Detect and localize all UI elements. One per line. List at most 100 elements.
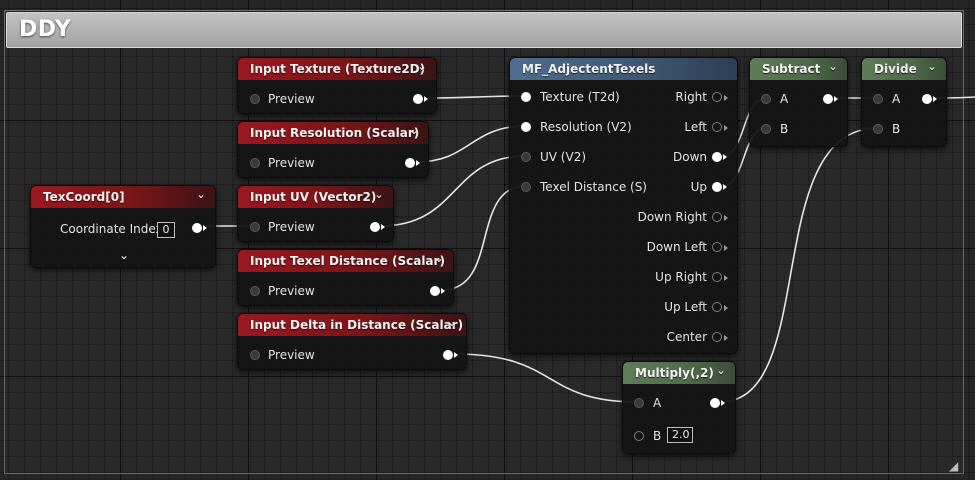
mf-output-label: Left bbox=[684, 120, 707, 134]
mf-output-label: Down Right bbox=[637, 210, 707, 224]
input-texture-title: Input Texture (Texture2D) bbox=[250, 62, 426, 76]
input-delta-distance-preview-label: Preview bbox=[268, 348, 315, 362]
multiply-input-b-label: B bbox=[653, 429, 662, 443]
multiply-input-a-label: A bbox=[653, 396, 662, 410]
mf-output-left-pin[interactable] bbox=[712, 122, 728, 132]
chevron-down-icon[interactable]: ⌄ bbox=[117, 248, 131, 262]
multiply-input-b-pin[interactable] bbox=[634, 431, 644, 441]
resize-grip-icon[interactable]: ◢ bbox=[949, 460, 961, 472]
chevron-down-icon[interactable]: ⌄ bbox=[408, 125, 420, 137]
input-texture-output-pin[interactable] bbox=[413, 94, 428, 104]
input-delta-distance-header[interactable]: Input Delta in Distance (Scalar) ⌄ bbox=[238, 314, 466, 336]
mf-output-label: Up Right bbox=[655, 270, 707, 284]
input-delta-distance-title: Input Delta in Distance (Scalar) bbox=[250, 318, 464, 332]
input-texture-node[interactable]: Input Texture (Texture2D) ⌄ Preview bbox=[237, 57, 437, 114]
chevron-down-icon[interactable]: ⌄ bbox=[926, 61, 938, 73]
subtract-output-pin[interactable] bbox=[823, 94, 838, 104]
divide-output-pin[interactable] bbox=[922, 94, 937, 104]
chevron-down-icon[interactable]: ⌄ bbox=[433, 253, 445, 265]
multiply-header[interactable]: Multiply(,2) ⌄ bbox=[623, 362, 735, 384]
texcoord-node-title: TexCoord[0] bbox=[43, 190, 125, 204]
chevron-down-icon[interactable]: ⌄ bbox=[195, 189, 207, 201]
mf-input-resolution-pin[interactable] bbox=[521, 122, 531, 132]
texcoord-output-pin[interactable] bbox=[192, 223, 207, 233]
mf-output-label: Center bbox=[666, 330, 707, 344]
mf-output-down-left-pin[interactable] bbox=[712, 242, 728, 252]
input-texture-header[interactable]: Input Texture (Texture2D) ⌄ bbox=[238, 58, 436, 80]
input-texture-preview-label: Preview bbox=[268, 92, 315, 106]
subtract-input-b-label: B bbox=[780, 122, 789, 136]
mf-input-texture-pin[interactable] bbox=[521, 92, 531, 102]
mf-output-down-right-pin[interactable] bbox=[712, 212, 728, 222]
subtract-input-a-label: A bbox=[780, 92, 789, 106]
coordinate-index-field[interactable]: 0 bbox=[157, 222, 175, 238]
mf-input-label: Texture (T2d) bbox=[540, 90, 620, 104]
multiply-node[interactable]: Multiply(,2) ⌄ A B 2.0 bbox=[622, 361, 736, 454]
mf-input-label: Texel Distance (S) bbox=[540, 180, 647, 194]
multiply-title: Multiply(,2) bbox=[635, 366, 714, 380]
input-resolution-node[interactable]: Input Resolution (Scalar) ⌄ Preview bbox=[237, 121, 429, 178]
subtract-input-b-pin[interactable] bbox=[761, 124, 771, 134]
mf-output-right-pin[interactable] bbox=[712, 92, 728, 102]
multiply-input-a-pin[interactable] bbox=[634, 398, 644, 408]
input-delta-distance-preview-pin[interactable] bbox=[250, 350, 260, 360]
mf-input-label: UV (V2) bbox=[540, 150, 587, 164]
mf-output-label: Up bbox=[690, 180, 707, 194]
mf-output-label: Down bbox=[672, 150, 707, 164]
comment-header[interactable]: DDY bbox=[6, 12, 962, 48]
mf-output-down-pin[interactable] bbox=[712, 152, 727, 162]
input-resolution-output-pin[interactable] bbox=[405, 158, 420, 168]
input-texel-distance-output-pin[interactable] bbox=[430, 286, 445, 296]
input-delta-distance-output-pin[interactable] bbox=[443, 350, 458, 360]
input-uv-header[interactable]: Input UV (Vector2) ⌄ bbox=[238, 186, 393, 208]
mf-output-center-pin[interactable] bbox=[712, 332, 728, 342]
divide-input-b-pin[interactable] bbox=[873, 124, 883, 134]
mf-adjectent-texels-node[interactable]: MF_AdjectentTexels Texture (T2d) Resolut… bbox=[509, 57, 738, 354]
mf-adjectent-texels-title: MF_AdjectentTexels bbox=[522, 62, 656, 76]
mf-output-up-right-pin[interactable] bbox=[712, 272, 728, 282]
comment-title: DDY bbox=[19, 17, 72, 42]
chevron-down-icon[interactable]: ⌄ bbox=[715, 365, 727, 377]
input-texel-distance-preview-pin[interactable] bbox=[250, 286, 260, 296]
multiply-b-value-field[interactable]: 2.0 bbox=[667, 427, 693, 443]
mf-adjectent-texels-header[interactable]: MF_AdjectentTexels bbox=[510, 58, 737, 80]
divide-input-a-pin[interactable] bbox=[873, 94, 883, 104]
mf-input-uv-pin[interactable] bbox=[521, 152, 531, 162]
input-texel-distance-preview-label: Preview bbox=[268, 284, 315, 298]
chevron-down-icon[interactable]: ⌄ bbox=[827, 61, 839, 73]
subtract-title: Subtract bbox=[762, 62, 821, 76]
divide-node[interactable]: Divide ⌄ A B bbox=[861, 57, 947, 147]
chevron-down-icon[interactable]: ⌄ bbox=[373, 189, 385, 201]
input-uv-output-pin[interactable] bbox=[370, 222, 385, 232]
mf-output-label: Down Left bbox=[646, 240, 707, 254]
mf-output-label: Up Left bbox=[664, 300, 707, 314]
input-delta-distance-node[interactable]: Input Delta in Distance (Scalar) ⌄ Previ… bbox=[237, 313, 467, 370]
subtract-node[interactable]: Subtract ⌄ A B bbox=[749, 57, 848, 147]
chevron-down-icon[interactable]: ⌄ bbox=[446, 317, 458, 329]
mf-output-up-left-pin[interactable] bbox=[712, 302, 728, 312]
input-texel-distance-node[interactable]: Input Texel Distance (Scalar) ⌄ Preview bbox=[237, 249, 454, 306]
subtract-input-a-pin[interactable] bbox=[761, 94, 771, 104]
chevron-down-icon[interactable]: ⌄ bbox=[416, 61, 428, 73]
subtract-header[interactable]: Subtract ⌄ bbox=[750, 58, 847, 80]
mf-output-up-pin[interactable] bbox=[712, 182, 727, 192]
divide-title: Divide bbox=[874, 62, 917, 76]
input-uv-node[interactable]: Input UV (Vector2) ⌄ Preview bbox=[237, 185, 394, 242]
input-uv-preview-label: Preview bbox=[268, 220, 315, 234]
input-texel-distance-header[interactable]: Input Texel Distance (Scalar) ⌄ bbox=[238, 250, 453, 272]
input-resolution-title: Input Resolution (Scalar) bbox=[250, 126, 420, 140]
divide-input-b-label: B bbox=[892, 122, 901, 136]
texcoord-node-header[interactable]: TexCoord[0] ⌄ bbox=[31, 186, 215, 208]
coordinate-index-label: Coordinate Index bbox=[60, 222, 163, 236]
divide-header[interactable]: Divide ⌄ bbox=[862, 58, 946, 80]
divide-input-a-label: A bbox=[892, 92, 901, 106]
input-uv-preview-pin[interactable] bbox=[250, 222, 260, 232]
mf-input-texel-distance-pin[interactable] bbox=[521, 182, 531, 192]
input-resolution-header[interactable]: Input Resolution (Scalar) ⌄ bbox=[238, 122, 428, 144]
input-texture-preview-pin[interactable] bbox=[250, 94, 260, 104]
multiply-output-pin[interactable] bbox=[710, 398, 725, 408]
input-uv-title: Input UV (Vector2) bbox=[250, 190, 377, 204]
input-resolution-preview-label: Preview bbox=[268, 156, 315, 170]
texcoord-node[interactable]: TexCoord[0] ⌄ Coordinate Index 0 ⌄ bbox=[30, 185, 216, 268]
input-resolution-preview-pin[interactable] bbox=[250, 158, 260, 168]
